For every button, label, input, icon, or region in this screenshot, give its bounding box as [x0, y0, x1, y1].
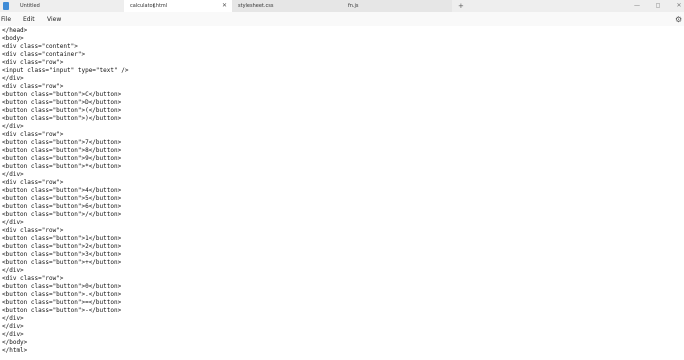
- code-line: <button class="button">-</button>: [2, 307, 122, 314]
- code-line: <button class="button">8</button>: [2, 147, 122, 154]
- close-window-button[interactable]: ✕: [674, 0, 684, 12]
- code-line: <button class="button">D</button>: [2, 99, 122, 106]
- code-line: <div class="row">: [2, 275, 64, 282]
- code-line: <button class="button">C</button>: [2, 91, 122, 98]
- code-line: <button class="button">2</button>: [2, 243, 122, 250]
- title-bar: Untitled calculator.html ✕ stylesheet.cs…: [0, 0, 684, 12]
- tab-untitled[interactable]: Untitled: [14, 0, 124, 12]
- menu-view[interactable]: View: [47, 14, 61, 26]
- menu-bar: File Edit View: [0, 14, 684, 26]
- code-line: <button class="button">)</button>: [2, 115, 122, 122]
- code-line: <input class="input" type="text" />: [2, 67, 129, 74]
- code-line: <button class="button">/</button>: [2, 211, 122, 218]
- notepad-icon: [3, 2, 9, 10]
- new-tab-button[interactable]: +: [458, 0, 464, 12]
- code-line: <button class="button">5</button>: [2, 195, 122, 202]
- settings-icon[interactable]: ⚙: [675, 14, 684, 26]
- code-line: <div class="row">: [2, 83, 64, 90]
- code-line: </body>: [2, 339, 28, 346]
- code-line: </div>: [2, 75, 24, 82]
- code-line: </div>: [2, 323, 24, 330]
- code-line: <body>: [2, 35, 24, 42]
- code-line: <button class="button">7</button>: [2, 139, 122, 146]
- tab-stylesheet-css[interactable]: stylesheet.css: [232, 0, 342, 12]
- minimize-button[interactable]: —: [632, 0, 642, 12]
- code-line: <button class="button">4</button>: [2, 187, 122, 194]
- code-line: <button class="button">1</button>: [2, 235, 122, 242]
- tab-fn-js[interactable]: fn.js: [342, 0, 452, 12]
- code-line: <button class="button">.</button>: [2, 291, 122, 298]
- code-line: </div>: [2, 219, 24, 226]
- code-line: <button class="button">(</button>: [2, 107, 122, 114]
- close-tab-icon[interactable]: ✕: [222, 0, 227, 12]
- code-line: </div>: [2, 331, 24, 338]
- code-line: <button class="button">=</button>: [2, 299, 122, 306]
- code-line: <div class="row">: [2, 179, 64, 186]
- tab-label: calculator.html: [130, 3, 168, 9]
- tab-label: fn.js: [348, 3, 359, 9]
- code-content: </head> <body> <div class="content"> <div c…: [2, 27, 128, 355]
- code-line: </html>: [2, 347, 28, 354]
- code-line: </div>: [2, 171, 24, 178]
- code-line: <button class="button">3</button>: [2, 251, 122, 258]
- menu-edit[interactable]: Edit: [23, 14, 35, 26]
- code-line: <button class="button">0</button>: [2, 283, 122, 290]
- code-line: <button class="button">9</button>: [2, 155, 122, 162]
- code-line: </div>: [2, 267, 24, 274]
- tab-label: stylesheet.css: [238, 3, 274, 9]
- code-line: <div class="container">: [2, 51, 86, 58]
- code-line: <div class="row">: [2, 59, 64, 66]
- code-line: <button class="button">6</button>: [2, 203, 122, 210]
- menu-file[interactable]: File: [1, 14, 11, 26]
- text-editor[interactable]: </head> <body> <div class="content"> <div c…: [0, 26, 684, 360]
- code-line: <div class="row">: [2, 227, 64, 234]
- code-line: <button class="button">+</button>: [2, 259, 122, 266]
- code-line: <div class="row">: [2, 131, 64, 138]
- mouse-cursor-icon: I: [153, 2, 156, 10]
- code-line: </div>: [2, 123, 24, 130]
- code-line: </head>: [2, 27, 28, 34]
- tab-calculator-html[interactable]: calculator.html ✕: [124, 0, 232, 12]
- maximize-button[interactable]: ◻: [653, 0, 663, 12]
- code-line: </div>: [2, 315, 24, 322]
- code-line: <div class="content">: [2, 43, 78, 50]
- tab-label: Untitled: [20, 3, 40, 9]
- code-line: <button class="button">*</button>: [2, 163, 122, 170]
